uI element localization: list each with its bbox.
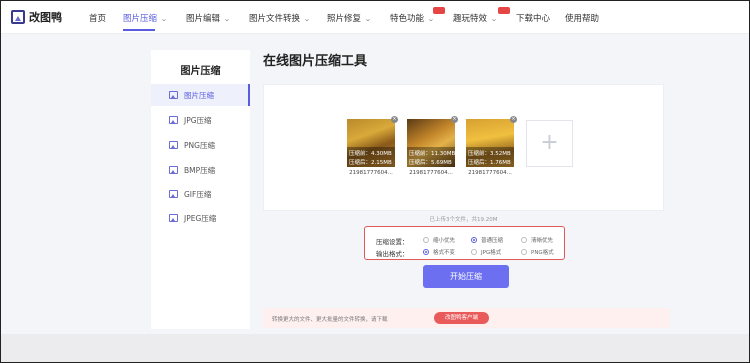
close-icon[interactable]: ×: [391, 116, 398, 123]
hint-text: 转换更大的文件、更大批量的文件转换，请下载: [272, 317, 388, 323]
radio-smaller-first[interactable]: 缩小优先: [423, 236, 455, 244]
sidebar-item-png[interactable]: PNG压缩: [151, 134, 250, 156]
footer-band: [1, 334, 749, 362]
close-icon[interactable]: ×: [510, 116, 517, 123]
size-before: 压缩前：3.52MB: [468, 151, 511, 157]
radio-keep-format[interactable]: 格式不变: [423, 248, 455, 256]
compression-settings: 压缩设置： 缩小优先 普通压缩 清晰优先 输出格式： 格式不变 JPG格式 PN…: [364, 226, 565, 260]
nav-home[interactable]: 首页: [89, 12, 106, 24]
radio-jpg-format[interactable]: JPG格式: [471, 248, 501, 256]
sidebar-item-gif[interactable]: GIF压缩: [151, 183, 250, 205]
nav-download[interactable]: 下载中心: [516, 12, 550, 24]
sidebar-item-bmp[interactable]: BMP压缩: [151, 159, 250, 181]
upload-area[interactable]: [263, 84, 664, 211]
radio-icon: [521, 249, 527, 255]
sidebar-item-label: GIF压缩: [184, 189, 212, 199]
add-image-button[interactable]: +: [526, 120, 573, 167]
radio-normal-compress[interactable]: 普通压缩: [471, 236, 503, 244]
chevron-down-icon: ⌄: [303, 15, 311, 23]
radio-png-format[interactable]: PNG格式: [521, 248, 554, 256]
image-icon: [169, 91, 178, 99]
sidebar-item-label: JPG压缩: [184, 115, 212, 125]
file-name: 21981777604...: [409, 170, 453, 176]
nav-image-edit[interactable]: 图片编辑 ⌄: [186, 12, 231, 24]
image-icon: [169, 214, 178, 222]
sidebar-item-jpeg[interactable]: JPEG压缩: [151, 207, 250, 229]
sidebar: 图片压缩 图片压缩 JPG压缩 PNG压缩 BMP压缩 GIF压缩 JPEG压缩: [151, 50, 250, 329]
upload-status: 已上传3个文件，共19.20M: [429, 217, 498, 223]
hot-badge: [433, 7, 445, 14]
radio-selected-icon: [471, 237, 477, 243]
nav-help[interactable]: 使用帮助: [565, 12, 599, 24]
radio-icon: [471, 249, 477, 255]
plus-icon: +: [540, 130, 559, 155]
radio-icon: [521, 237, 527, 243]
start-compress-button[interactable]: 开始压缩: [423, 265, 509, 288]
logo-text: 改图鸭: [29, 11, 62, 24]
page-title: 在线图片压缩工具: [263, 54, 368, 69]
logo-icon: [11, 10, 25, 24]
top-navigation: 改图鸭 首页 图片压缩 ⌄ 图片编辑 ⌄ 图片文件转换 ⌄ 照片修复 ⌄ 特色功能 ⌄ 趣…: [1, 1, 749, 34]
nav-active-indicator: [123, 29, 155, 31]
radio-icon: [423, 237, 429, 243]
image-icon: [169, 190, 178, 198]
size-after: 压缩后：2.15MB: [349, 160, 392, 166]
size-before: 压缩前：11.30MB: [409, 151, 455, 157]
sidebar-item-image-compress[interactable]: 图片压缩: [151, 84, 250, 106]
nav-image-compress[interactable]: 图片压缩 ⌄: [123, 12, 168, 24]
size-before: 压缩前：4.30MB: [349, 151, 392, 157]
sidebar-item-label: PNG压缩: [184, 140, 215, 150]
close-icon[interactable]: ×: [451, 116, 458, 123]
file-name: 21981777604...: [468, 170, 512, 176]
size-after: 压缩后：5.69MB: [409, 160, 452, 166]
chevron-down-icon: ⌄: [364, 15, 372, 23]
output-format-label: 输出格式：: [376, 250, 409, 258]
image-icon: [169, 116, 178, 124]
nav-photo-repair[interactable]: 照片修复 ⌄: [327, 12, 372, 24]
new-badge: [498, 7, 510, 14]
sidebar-item-jpg[interactable]: JPG压缩: [151, 109, 250, 131]
download-client-button[interactable]: 改图鸭客户端: [434, 312, 489, 324]
sidebar-item-label: BMP压缩: [184, 165, 216, 175]
image-thumbnail[interactable]: 压缩前：4.30MB 压缩后：2.15MB: [347, 119, 395, 167]
file-name: 21981777604...: [349, 170, 393, 176]
chevron-down-icon: ⌄: [490, 15, 498, 23]
logo[interactable]: 改图鸭: [11, 9, 62, 25]
sidebar-title: 图片压缩: [180, 66, 221, 77]
nav-fun-effects[interactable]: 趣玩特效 ⌄: [453, 12, 498, 24]
sidebar-item-label: JPEG压缩: [184, 213, 217, 223]
sidebar-item-label: 图片压缩: [184, 90, 214, 100]
chevron-down-icon: ⌄: [160, 15, 168, 23]
chevron-down-icon: ⌄: [223, 15, 231, 23]
compress-setting-label: 压缩设置：: [376, 238, 409, 246]
radio-selected-icon: [423, 249, 429, 255]
nav-image-convert[interactable]: 图片文件转换 ⌄: [249, 12, 311, 24]
image-icon: [169, 166, 178, 174]
image-icon: [169, 141, 178, 149]
size-after: 压缩后：1.76MB: [468, 160, 511, 166]
chevron-down-icon: ⌄: [427, 15, 435, 23]
image-thumbnail[interactable]: 压缩前：3.52MB 压缩后：1.76MB: [466, 119, 514, 167]
download-hint-bar: 转换更大的文件、更大批量的文件转换，请下载 改图鸭客户端: [263, 308, 670, 328]
radio-clarity-first[interactable]: 清晰优先: [521, 236, 553, 244]
image-thumbnail[interactable]: 压缩前：11.30MB 压缩后：5.69MB: [407, 119, 455, 167]
nav-features[interactable]: 特色功能 ⌄: [390, 12, 435, 24]
